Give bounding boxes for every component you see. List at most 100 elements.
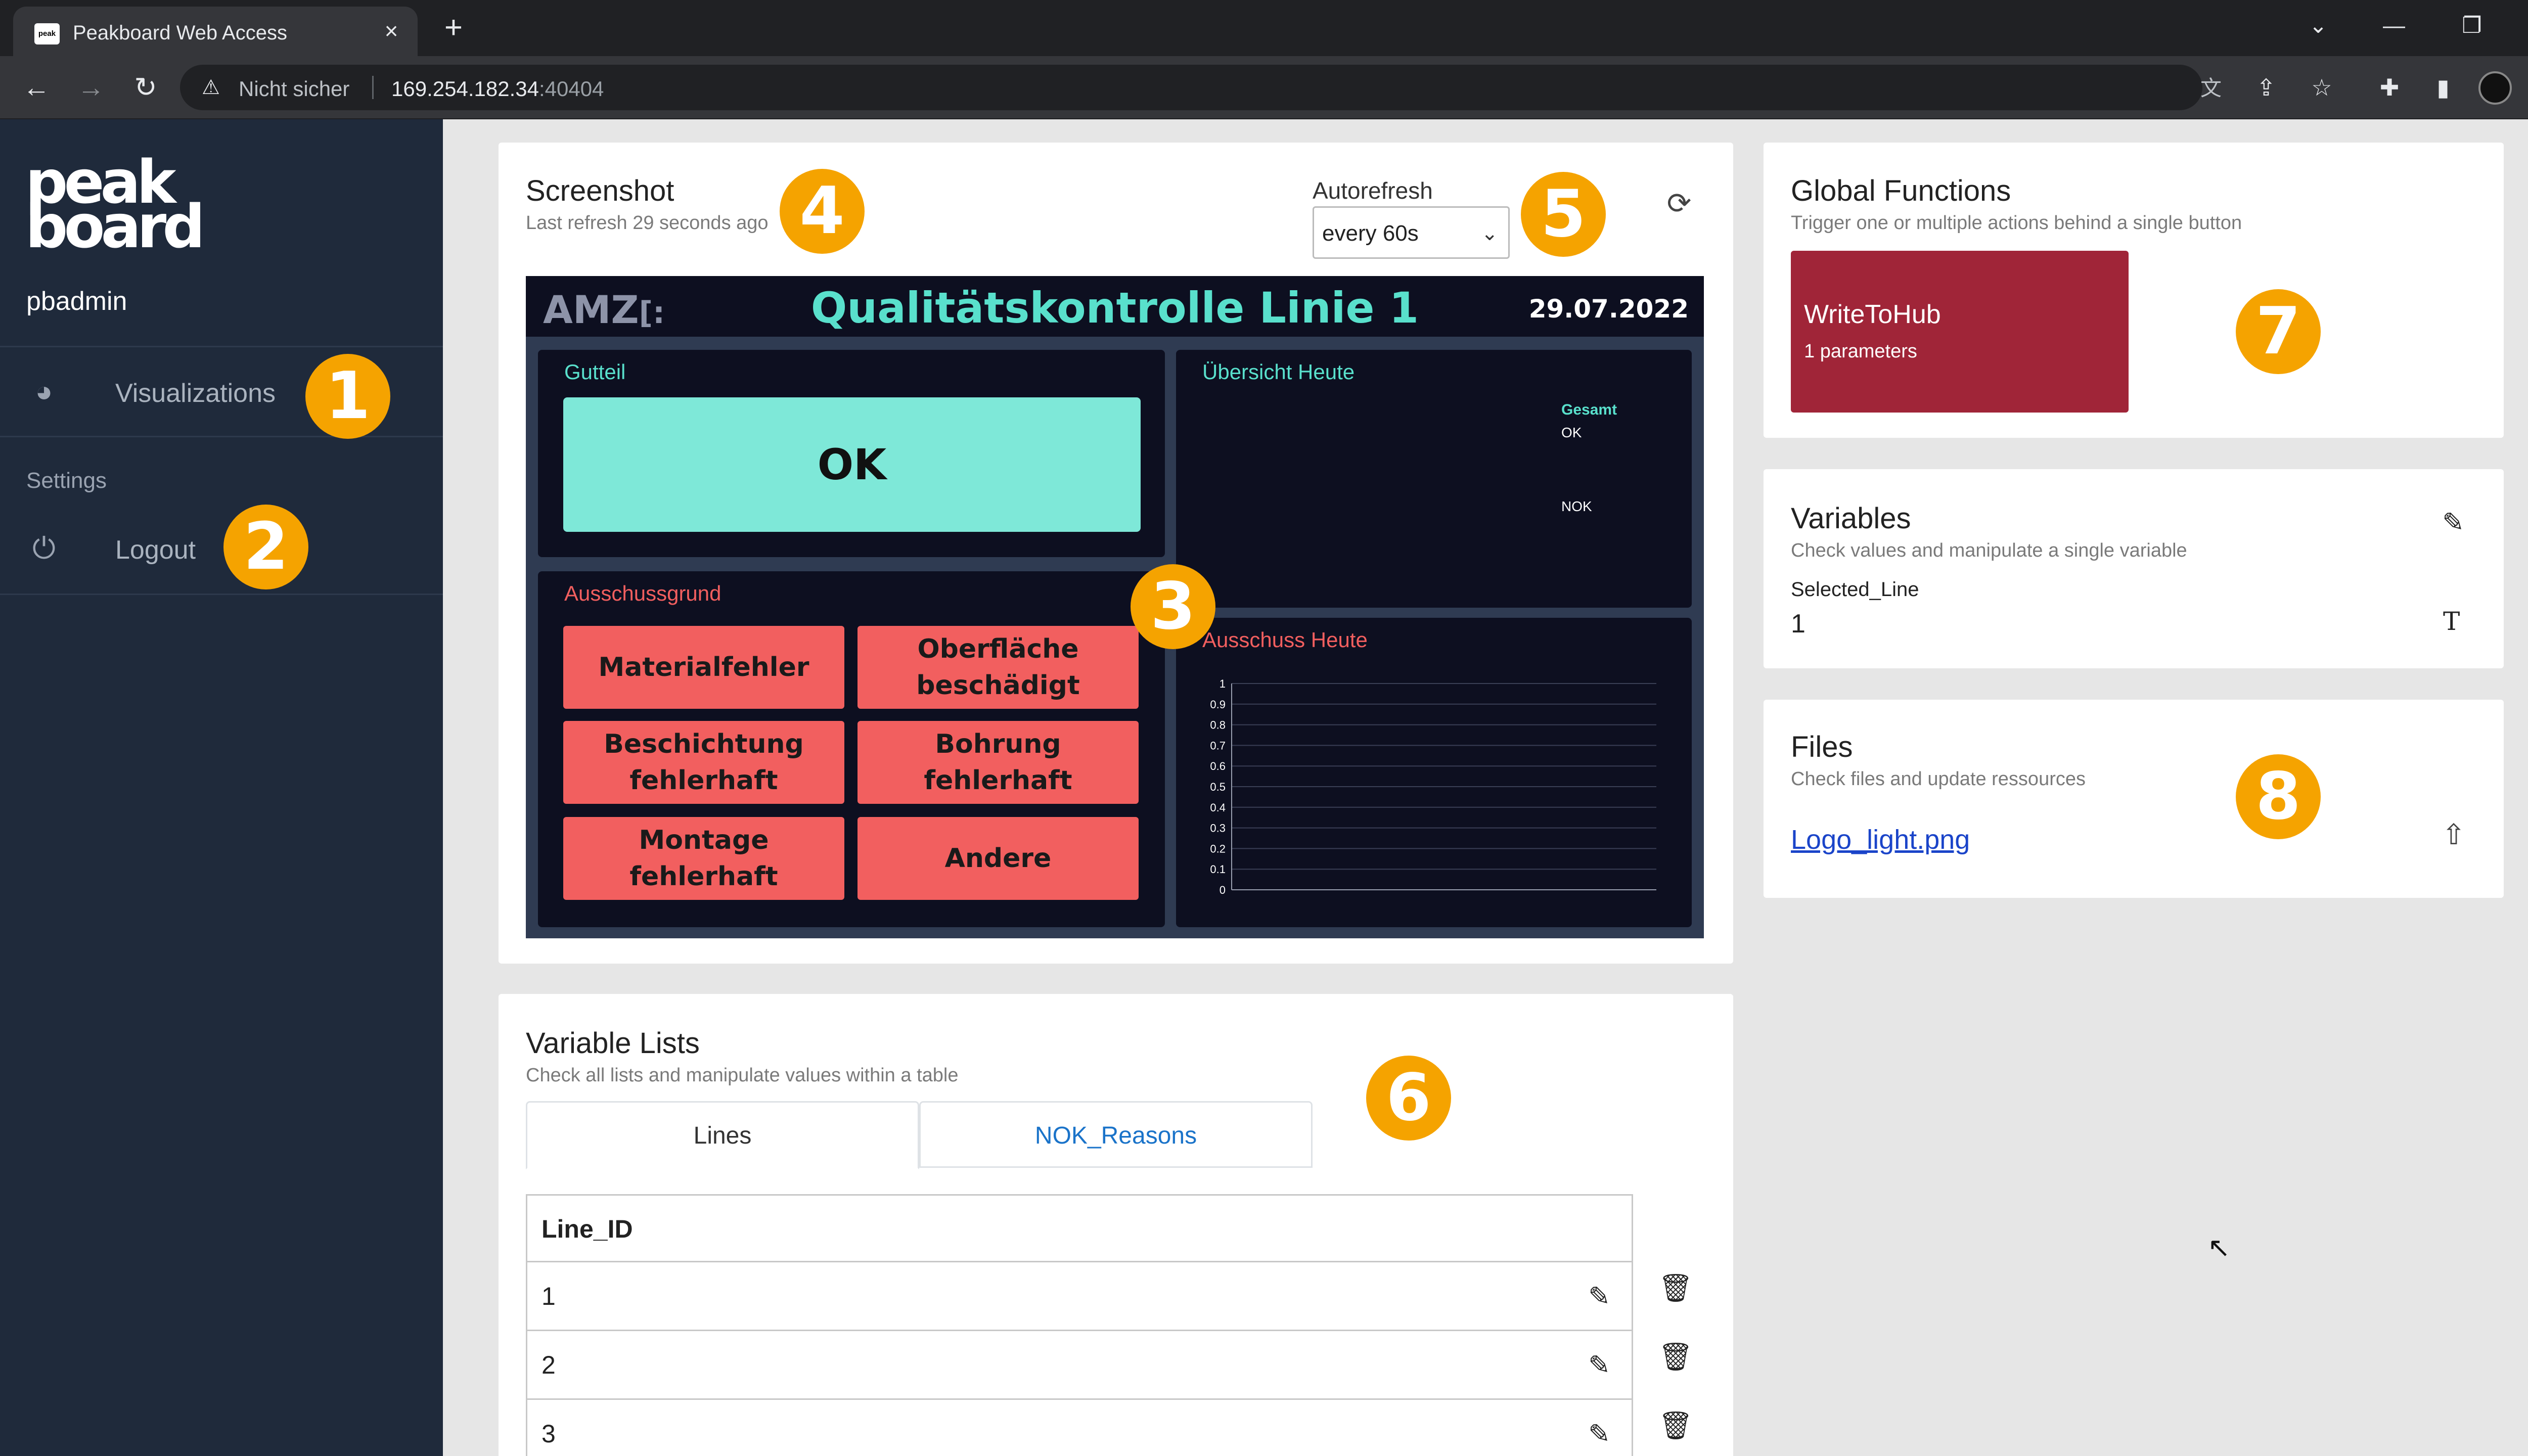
card-title: Files bbox=[1791, 731, 1853, 763]
variable-lists-card: Variable Lists Check all lists and manip… bbox=[499, 994, 1733, 1456]
warning-icon[interactable]: ⚠ bbox=[198, 75, 223, 100]
address-separator bbox=[372, 76, 374, 99]
reason-button-oberflaeche: Oberfläche beschädigt bbox=[857, 626, 1139, 709]
ubersicht-panel: Übersicht Heute Gesamt OK NOK bbox=[1176, 350, 1692, 608]
y-tick-label: 0.9 bbox=[1210, 698, 1226, 711]
card-title: Screenshot bbox=[526, 174, 674, 207]
delete-trash-icon[interactable]: 🗑 bbox=[1658, 1272, 1693, 1304]
delete-trash-icon[interactable]: 🗑 bbox=[1658, 1341, 1693, 1373]
restore-icon[interactable]: ❐ bbox=[2449, 8, 2495, 43]
side-panel-icon[interactable]: ▮ bbox=[2425, 69, 2461, 106]
gutteil-label: Gutteil bbox=[564, 360, 626, 384]
table-row: 3 ✎ bbox=[527, 1400, 1632, 1456]
profile-avatar[interactable] bbox=[2478, 71, 2512, 105]
ok-count-label: OK bbox=[1561, 425, 1582, 440]
delete-trash-icon[interactable]: 🗑 bbox=[1658, 1409, 1693, 1442]
reload-icon[interactable]: ↻ bbox=[127, 69, 164, 106]
card-title: Global Functions bbox=[1791, 174, 2011, 207]
gesamt-label: Gesamt bbox=[1561, 401, 1617, 418]
edit-pencil-icon[interactable]: ✎ bbox=[1583, 1281, 1615, 1313]
text-type-icon: T bbox=[2443, 607, 2460, 636]
card-title: Variable Lists bbox=[526, 1027, 700, 1060]
autorefresh-label: Autorefresh bbox=[1313, 177, 1433, 204]
edit-pencil-icon[interactable]: ✎ bbox=[1583, 1349, 1615, 1382]
function-name: WriteToHub bbox=[1804, 300, 1941, 329]
annotation-badge-1: 1 bbox=[305, 354, 390, 439]
annotation-badge-6: 6 bbox=[1366, 1056, 1451, 1141]
tab-lines[interactable]: Lines bbox=[526, 1101, 919, 1169]
table-row: 1 ✎ bbox=[527, 1262, 1632, 1331]
edit-pencil-icon[interactable]: ✎ bbox=[2438, 508, 2468, 538]
url-host: 169.254.182.34 bbox=[391, 77, 539, 101]
dashboard-screenshot: AMZ[: Qualitätskontrolle Linie 1 29.07.2… bbox=[526, 276, 1704, 938]
close-tab-icon[interactable]: × bbox=[376, 16, 407, 46]
autorefresh-select[interactable]: every 60s ⌄ bbox=[1313, 206, 1510, 259]
column-header: Line_ID bbox=[527, 1196, 1632, 1262]
y-tick-label: 0.8 bbox=[1210, 719, 1226, 732]
tab-title: Peakboard Web Access bbox=[73, 22, 287, 44]
translate-icon[interactable]: 文 bbox=[2197, 75, 2225, 102]
variable-value[interactable]: 1 bbox=[1791, 609, 1805, 639]
dashboard-title: Qualitätskontrolle Linie 1 bbox=[810, 283, 1419, 333]
writetohub-function-button[interactable]: WriteToHub 1 parameters bbox=[1791, 251, 2129, 413]
address-bar[interactable]: ⚠ Nicht sicher 169.254.182.34:40404 文 bbox=[180, 65, 2222, 110]
share-icon[interactable]: ⇪ bbox=[2248, 69, 2284, 106]
close-window-icon[interactable]: ✕ bbox=[2526, 8, 2528, 43]
table-cell[interactable]: 3 bbox=[541, 1419, 556, 1448]
table-row: 2 ✎ bbox=[527, 1331, 1632, 1400]
y-tick-label: 0.7 bbox=[1210, 739, 1226, 752]
extensions-icon[interactable]: ✚ bbox=[2371, 69, 2408, 106]
sidebar-item-label: Visualizations bbox=[115, 379, 276, 408]
ausschuss-heute-label: Ausschuss Heute bbox=[1202, 628, 1368, 652]
tab-nok-reasons[interactable]: NOK_Reasons bbox=[919, 1101, 1313, 1168]
browser-tab-strip: peak Peakboard Web Access × + ⌄ — ❐ ✕ bbox=[0, 0, 2528, 56]
ausschussgrund-label: Ausschussgrund bbox=[564, 581, 721, 605]
list-tabs: Lines NOK_Reasons bbox=[526, 1101, 1313, 1169]
y-tick-label: 0.2 bbox=[1210, 842, 1226, 855]
upload-icon[interactable]: ⇧ bbox=[2436, 817, 2471, 852]
annotation-badge-8: 8 bbox=[2236, 754, 2321, 839]
minimize-icon[interactable]: — bbox=[2371, 8, 2417, 43]
favicon-icon: peak bbox=[34, 23, 60, 44]
card-subtitle: Check all lists and manipulate values wi… bbox=[526, 1065, 959, 1086]
y-tick-label: 0.4 bbox=[1210, 801, 1226, 814]
mouse-cursor-icon: ↖ bbox=[2207, 1233, 2231, 1263]
card-subtitle: Trigger one or multiple actions behind a… bbox=[1791, 212, 2242, 234]
ausschuss-heute-panel: Ausschuss Heute 1 0.9 0.8 0.7 0.6 0.5 0.4 0.3 0.… bbox=[1176, 618, 1692, 927]
file-link[interactable]: Logo_light.png bbox=[1791, 824, 1970, 855]
dashboard-header: AMZ[: Qualitätskontrolle Linie 1 29.07.2… bbox=[526, 276, 1704, 337]
sidebar-item-logout[interactable]: ⏻ Logout bbox=[0, 504, 443, 592]
tab-search-icon[interactable]: ⌄ bbox=[2295, 8, 2341, 43]
new-tab-icon[interactable]: + bbox=[436, 11, 471, 47]
autorefresh-value: every 60s bbox=[1322, 221, 1419, 246]
bookmark-star-icon[interactable]: ☆ bbox=[2304, 69, 2340, 106]
sidebar-divider bbox=[0, 436, 443, 437]
refresh-icon[interactable]: ⟳ bbox=[1661, 186, 1697, 221]
back-icon[interactable]: ← bbox=[18, 69, 55, 106]
sidebar: peak board pbadmin ◕ Visualizations Sett… bbox=[0, 119, 443, 1456]
dashboard-date: 29.07.2022 bbox=[1528, 294, 1689, 324]
chevron-down-icon: ⌄ bbox=[1481, 222, 1498, 245]
y-tick-label: 0.3 bbox=[1210, 822, 1226, 835]
url-text[interactable]: 169.254.182.34:40404 bbox=[391, 77, 604, 101]
ubersicht-label: Übersicht Heute bbox=[1202, 360, 1355, 384]
reason-button-bohrung: Bohrung fehlerhaft bbox=[857, 721, 1139, 804]
table-cell[interactable]: 1 bbox=[541, 1282, 556, 1311]
annotation-badge-2: 2 bbox=[223, 505, 308, 589]
reason-button-andere: Andere bbox=[857, 817, 1139, 900]
card-subtitle: Check values and manipulate a single var… bbox=[1791, 540, 2187, 561]
reason-button-beschichtung: Beschichtung fehlerhaft bbox=[563, 721, 844, 804]
forward-icon[interactable]: → bbox=[73, 69, 109, 106]
visualization-icon: ◕ bbox=[35, 375, 53, 408]
peakboard-logo: peak board bbox=[25, 152, 205, 256]
table-cell[interactable]: 2 bbox=[541, 1350, 556, 1380]
annotation-badge-7: 7 bbox=[2236, 289, 2321, 374]
last-refresh-text: Last refresh 29 seconds ago bbox=[526, 212, 769, 234]
reason-button-montage: Montage fehlerhaft bbox=[563, 817, 844, 900]
not-secure-label[interactable]: Nicht sicher bbox=[239, 77, 349, 101]
browser-tab[interactable]: peak Peakboard Web Access × bbox=[13, 7, 418, 56]
edit-pencil-icon[interactable]: ✎ bbox=[1583, 1418, 1615, 1450]
y-tick-label: 0.6 bbox=[1210, 760, 1226, 772]
annotation-badge-3: 3 bbox=[1131, 564, 1215, 649]
card-subtitle: Check files and update ressources bbox=[1791, 768, 2086, 790]
